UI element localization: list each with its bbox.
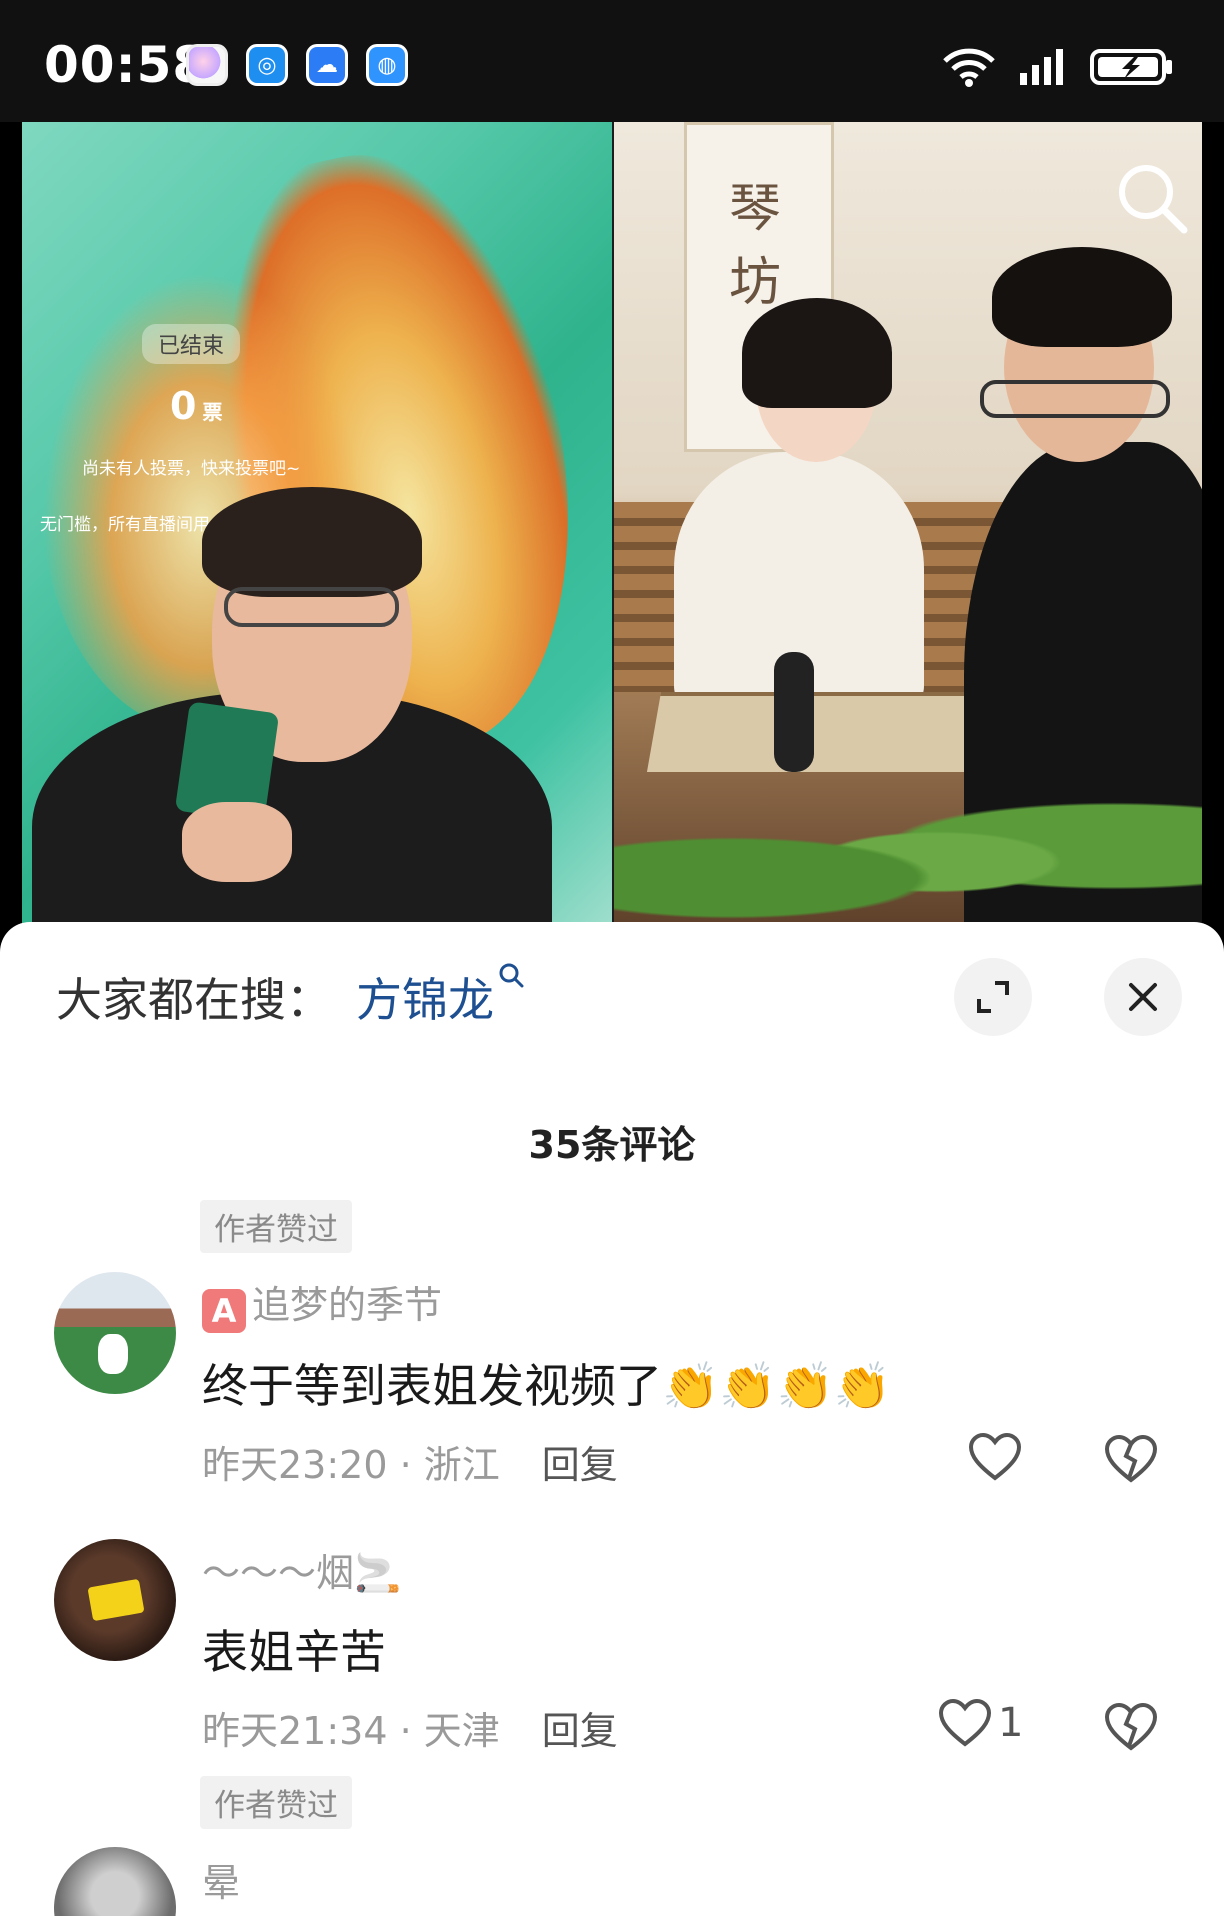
weather-app-icon: ☁	[306, 44, 348, 86]
reply-button[interactable]: 回复	[542, 1443, 618, 1487]
hot-search-keyword[interactable]: 方锦龙	[356, 964, 494, 1030]
vote-hint: 尚未有人投票，快来投票吧~	[82, 459, 301, 479]
avatar[interactable]	[54, 1272, 176, 1394]
status-indicators	[942, 42, 1174, 92]
avatar[interactable]	[54, 1847, 176, 1916]
dislike-icon[interactable]	[1104, 1434, 1158, 1484]
avatar[interactable]	[54, 1539, 176, 1661]
scroll-text: 琴坊	[728, 179, 781, 313]
reply-button[interactable]: 回复	[542, 1709, 618, 1753]
like-button[interactable]	[968, 1432, 1028, 1482]
comment-username[interactable]: A 追梦的季节	[202, 1274, 442, 1333]
vote-count: 0票	[170, 384, 223, 428]
heart-icon	[968, 1432, 1022, 1481]
signal-icon	[1020, 49, 1063, 85]
keyword-search-icon	[499, 963, 524, 988]
comment-username[interactable]: 晕	[202, 1852, 240, 1907]
status-bar: 00:58 ◎ ☁ ◍	[0, 0, 1224, 122]
wifi-icon	[943, 48, 995, 87]
video-right-panel: 琴坊	[614, 122, 1202, 942]
comment-meta: 昨天23:20 · 浙江 回复	[202, 1434, 618, 1489]
globe-app-icon: ◍	[366, 44, 408, 86]
comment-text[interactable]: 表姐辛苦	[202, 1616, 386, 1682]
comment-text[interactable]: 终于等到表姐发视频了👏👏👏👏	[202, 1350, 891, 1416]
expand-icon	[977, 981, 1009, 1013]
guzheng-instrument	[646, 692, 992, 772]
hot-search-label: 大家都在搜：	[56, 973, 332, 1027]
comment-username[interactable]: ～～～烟🚬	[202, 1542, 401, 1597]
hot-search-bar[interactable]: 大家都在搜： 方锦龙	[56, 963, 524, 1030]
expand-button[interactable]	[954, 958, 1032, 1036]
video-player[interactable]: 已结束 0票 尚未有人投票，快来投票吧~ 无门槛，所有直播间用户均可投票，每位 …	[22, 122, 1202, 942]
comment-count: 35条评论	[528, 1123, 696, 1167]
close-icon	[1129, 983, 1157, 1011]
comment-time-location: 昨天21:34 · 天津	[202, 1709, 500, 1753]
vote-status-badge: 已结束	[142, 324, 241, 364]
author-liked-tag: 作者赞过	[200, 1776, 352, 1829]
battery-charging-icon	[1090, 49, 1172, 85]
author-liked-tag: 作者赞过	[200, 1200, 352, 1253]
gallery-app-icon	[186, 44, 228, 86]
like-count: 1	[998, 1700, 1024, 1746]
browser-app-icon: ◎	[246, 44, 288, 86]
fan-badge: A	[202, 1289, 246, 1333]
close-button[interactable]	[1104, 958, 1182, 1036]
like-button[interactable]: 1	[938, 1698, 1023, 1748]
search-icon[interactable]	[1112, 158, 1192, 238]
status-time: 00:58	[44, 36, 209, 94]
heart-icon	[938, 1698, 992, 1747]
comment-time-location: 昨天23:20 · 浙江	[202, 1443, 500, 1487]
video-left-panel: 已结束 0票 尚未有人投票，快来投票吧~ 无门槛，所有直播间用户均可投票，每位	[22, 122, 612, 942]
comment-meta: 昨天21:34 · 天津 回复	[202, 1700, 618, 1755]
dislike-icon[interactable]	[1104, 1702, 1158, 1752]
comment-sheet: 大家都在搜： 方锦龙 35条评论 作者赞过 A 追梦的季节 终于等到表姐发视频了👏…	[0, 922, 1224, 1916]
